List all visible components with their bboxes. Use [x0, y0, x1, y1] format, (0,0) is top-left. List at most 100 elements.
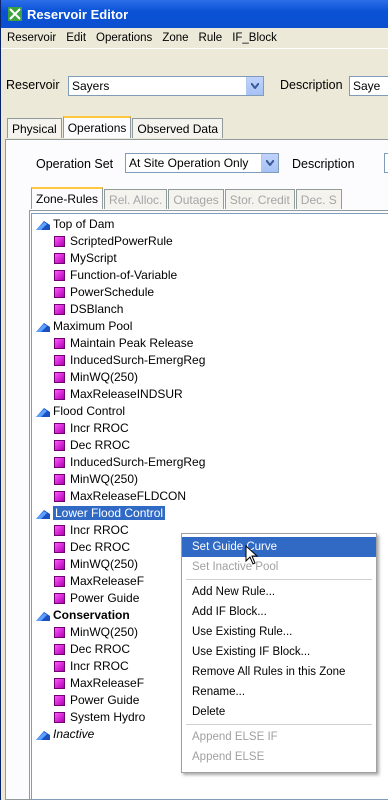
menu-divider — [186, 579, 372, 580]
tab-stor-credit[interactable]: Stor. Credit — [224, 189, 295, 209]
tree-rule[interactable]: InducedSurch-EmergReg — [54, 454, 205, 470]
app-icon — [8, 7, 22, 21]
menu-edit[interactable]: Edit — [66, 32, 86, 44]
zone-label: Flood Control — [53, 404, 126, 418]
tab-physical[interactable]: Physical — [7, 118, 62, 138]
tree-rule[interactable]: PowerSchedule — [54, 284, 154, 300]
tree-zone-selected[interactable]: Lower Flood Control — [36, 505, 166, 521]
rule-label: Incr RROC — [70, 523, 129, 537]
menu-zone[interactable]: Zone — [162, 32, 188, 44]
tree-rule[interactable]: InducedSurch-EmergReg — [54, 352, 205, 368]
tab-observed-data[interactable]: Observed Data — [132, 118, 224, 138]
tree-rule[interactable]: Power Guide — [54, 590, 139, 606]
menu-rule[interactable]: Rule — [199, 32, 223, 44]
rule-label: Dec RROC — [70, 438, 131, 452]
rule-icon — [54, 660, 65, 672]
zone-label: Conservation — [53, 608, 130, 622]
description-field[interactable]: Saye — [349, 76, 388, 96]
operation-description-field[interactable] — [384, 153, 388, 173]
tree-rule[interactable]: MaxReleaseF — [54, 675, 144, 691]
tab-dec-s[interactable]: Dec. S — [295, 189, 342, 209]
rule-label: PowerSchedule — [70, 285, 155, 299]
menu-add-new-rule[interactable]: Add New Rule... — [182, 582, 376, 602]
tab-operations[interactable]: Operations — [62, 116, 132, 138]
menu-set-guide-curve[interactable]: Set Guide Curve — [182, 537, 376, 557]
tree-rule[interactable]: Incr RROC — [54, 420, 129, 436]
tree-zone[interactable]: Maximum Pool — [36, 318, 132, 334]
menu-set-inactive-pool[interactable]: Set Inactive Pool — [182, 557, 376, 577]
menu-operations[interactable]: Operations — [96, 32, 152, 44]
menu-divider — [186, 724, 372, 725]
tree-rule[interactable]: MaxReleaseFLDCON — [54, 488, 186, 504]
tree-rule[interactable]: System Hydro — [54, 709, 145, 725]
tree-rule[interactable]: Maintain Peak Release — [54, 335, 193, 351]
menu-add-if-block[interactable]: Add IF Block... — [182, 602, 376, 622]
operation-set-select[interactable]: At Site Operation Only — [125, 153, 279, 173]
rule-label: MaxReleaseINDSUR — [70, 387, 183, 401]
rule-icon — [54, 235, 65, 247]
tree-rule[interactable]: MinWQ(250) — [54, 556, 138, 572]
tree-rule[interactable]: Function-of-Variable — [54, 267, 177, 283]
tree-rule[interactable]: Incr RROC — [54, 522, 129, 538]
description-label: Description — [280, 78, 343, 92]
rule-icon — [54, 643, 65, 655]
reservoir-select[interactable]: Sayers — [68, 76, 264, 96]
rule-icon — [54, 711, 65, 723]
rule-label: MinWQ(250) — [70, 625, 139, 639]
operation-set-label: Operation Set — [36, 157, 114, 171]
tree-rule[interactable]: MinWQ(250) — [54, 369, 138, 385]
zone-tab-strip: Zone-Rules Rel. Alloc. Outages Stor. Cre… — [31, 187, 343, 209]
chevron-down-icon[interactable] — [246, 77, 263, 95]
menu-delete[interactable]: Delete — [182, 702, 376, 722]
tree-zone[interactable]: Top of Dam — [36, 216, 114, 232]
menu-append-else-if[interactable]: Append ELSE IF — [182, 727, 376, 747]
rule-icon — [54, 303, 65, 315]
rule-icon — [54, 524, 65, 536]
tree-rule[interactable]: Dec RROC — [54, 539, 130, 555]
rule-icon — [54, 252, 65, 264]
tree-rule[interactable]: MinWQ(250) — [54, 471, 138, 487]
rule-icon — [54, 388, 65, 400]
tab-rel-alloc[interactable]: Rel. Alloc. — [104, 189, 168, 209]
menu-append-else[interactable]: Append ELSE — [182, 747, 376, 767]
rule-icon — [54, 439, 65, 451]
chevron-down-icon[interactable] — [261, 154, 278, 172]
operation-set-value: At Site Operation Only — [129, 156, 249, 170]
menu-reservoir[interactable]: Reservoir — [7, 32, 56, 44]
zone-label: Maximum Pool — [53, 319, 133, 333]
rule-label: MinWQ(250) — [70, 472, 139, 486]
tree-zone[interactable]: Flood Control — [36, 403, 125, 419]
menu-use-existing-rule[interactable]: Use Existing Rule... — [182, 622, 376, 642]
rule-label: Function-of-Variable — [70, 268, 178, 282]
tab-zone-rules[interactable]: Zone-Rules — [31, 187, 104, 209]
rule-label: MinWQ(250) — [70, 557, 139, 571]
tree-rule[interactable]: Dec RROC — [54, 641, 130, 657]
tree-rule[interactable]: MyScript — [54, 250, 117, 266]
tree-rule[interactable]: MaxReleaseINDSUR — [54, 386, 183, 402]
tree-rule[interactable]: DSBlanch — [54, 301, 123, 317]
tree-rule[interactable]: Power Guide — [54, 692, 139, 708]
tree-zone[interactable]: Conservation — [36, 607, 130, 623]
tree-zone[interactable]: Inactive — [36, 726, 94, 742]
menu-use-existing-if-block[interactable]: Use Existing IF Block... — [182, 642, 376, 662]
tree-rule[interactable]: MinWQ(250) — [54, 624, 138, 640]
reservoir-value: Sayers — [72, 79, 110, 93]
rule-icon — [54, 592, 65, 604]
title-bar[interactable]: Reservoir Editor — [1, 0, 388, 28]
tree-rule[interactable]: Incr RROC — [54, 658, 129, 674]
menu-rename[interactable]: Rename... — [182, 682, 376, 702]
rule-icon — [54, 694, 65, 706]
rule-label: InducedSurch-EmergReg — [70, 455, 206, 469]
tree-rule[interactable]: Dec RROC — [54, 437, 130, 453]
rule-label: MyScript — [70, 251, 117, 265]
menu-if-block[interactable]: IF_Block — [232, 32, 277, 44]
rule-icon — [54, 286, 65, 298]
tree-rule[interactable]: ScriptedPowerRule — [54, 233, 173, 249]
menu-remove-all-rules[interactable]: Remove All Rules in this Zone — [182, 662, 376, 682]
rule-label: MaxReleaseFLDCON — [70, 489, 187, 503]
operation-description-label: Description — [292, 157, 355, 171]
zone-icon — [36, 407, 50, 417]
tab-outages[interactable]: Outages — [168, 189, 224, 209]
tree-rule[interactable]: MaxReleaseF — [54, 573, 144, 589]
rule-icon — [54, 422, 65, 434]
